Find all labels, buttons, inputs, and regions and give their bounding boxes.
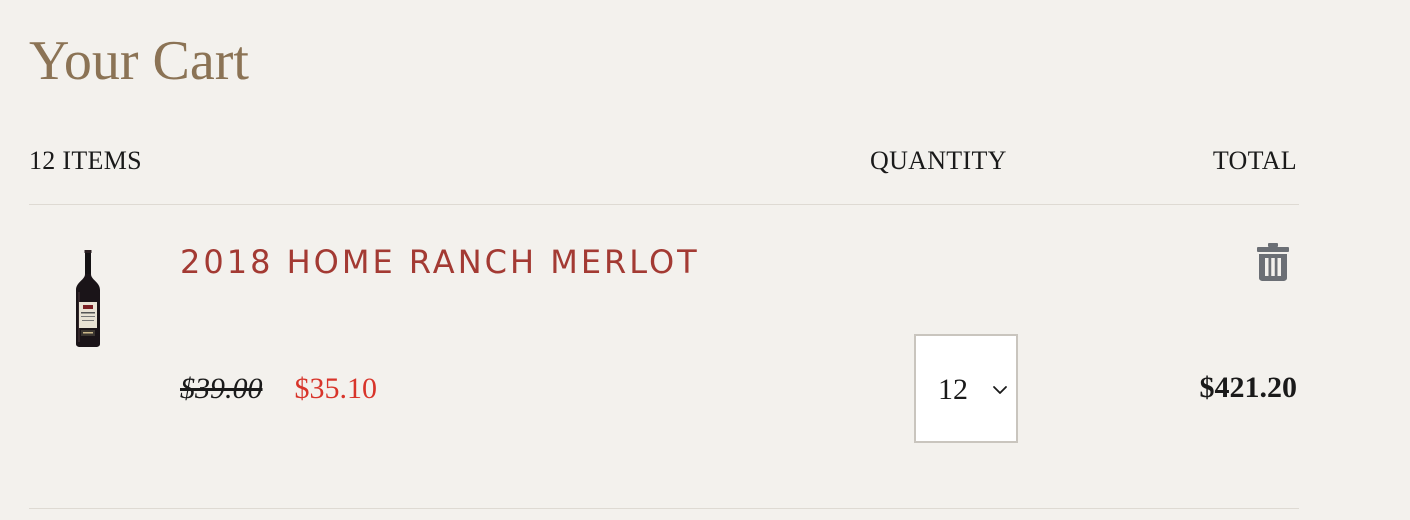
product-name-link[interactable]: 2018 HOME RANCH MERLOT (180, 242, 700, 282)
sale-price: $35.10 (294, 372, 378, 405)
items-count-header: 12 ITEMS (29, 146, 142, 175)
price-group: $39.00 $35.10 (180, 369, 377, 409)
quantity-value: 12 (938, 373, 968, 406)
line-total: $421.20 (1199, 371, 1298, 404)
page-title: Your Cart (29, 30, 249, 92)
quantity-select[interactable]: 12 (914, 334, 1018, 443)
quantity-column-header: QUANTITY (870, 146, 1007, 175)
chevron-down-icon (993, 386, 1007, 394)
original-price: $39.00 (180, 372, 263, 405)
remove-item-button[interactable] (1256, 242, 1290, 282)
header-divider (29, 204, 1299, 205)
wine-bottle-icon (76, 250, 100, 347)
product-image[interactable] (66, 246, 110, 350)
total-column-header: TOTAL (1212, 146, 1297, 175)
trash-icon (1257, 243, 1289, 281)
row-divider (29, 508, 1299, 509)
cart-page: Your Cart 12 ITEMS QUANTITY TOTAL 2018 H… (0, 0, 1410, 520)
